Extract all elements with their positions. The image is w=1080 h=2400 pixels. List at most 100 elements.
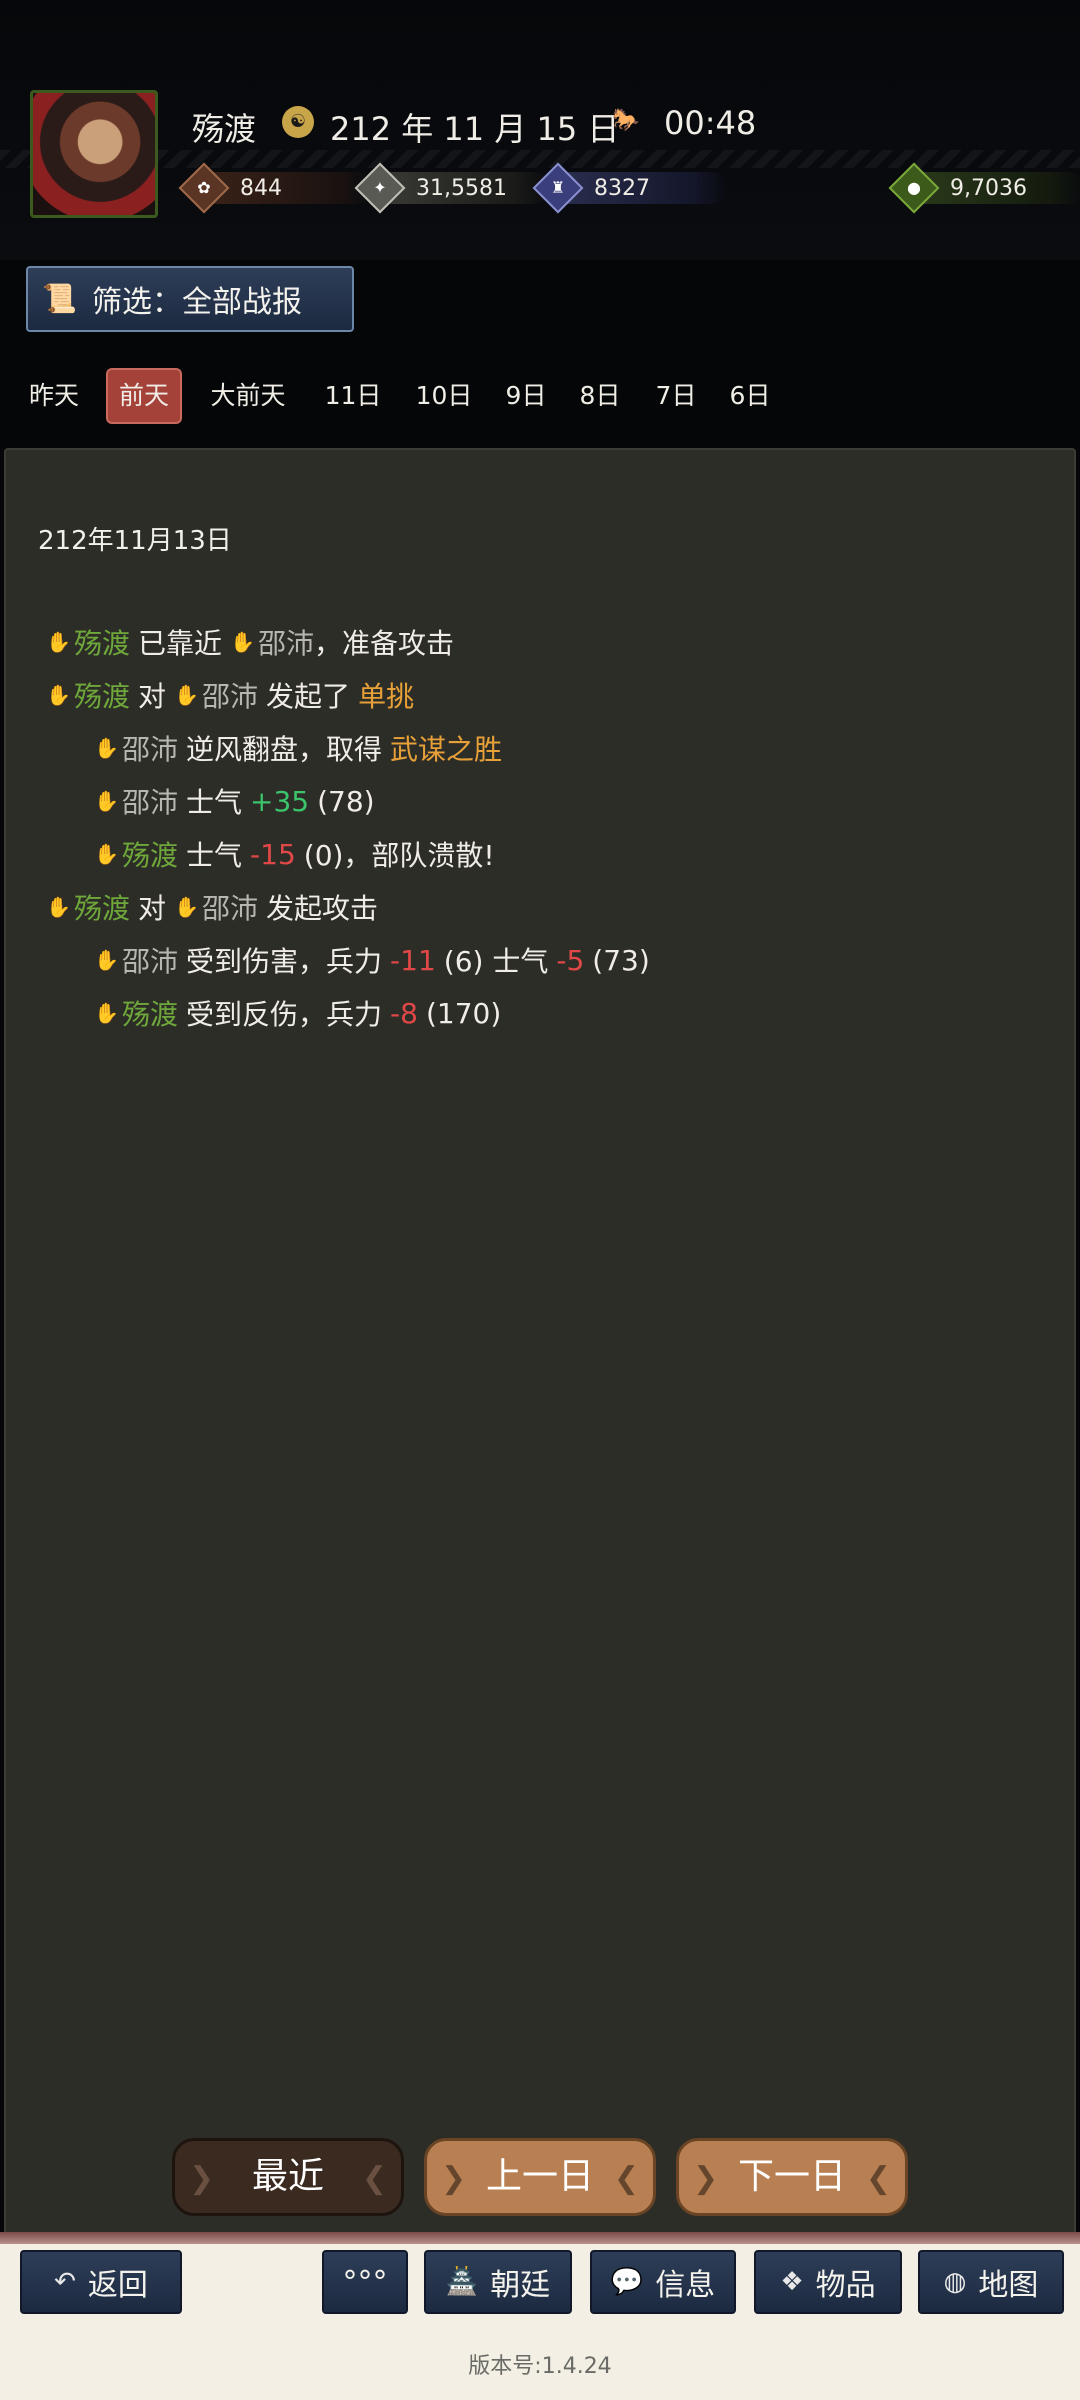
iron-icon: ✦ — [354, 162, 406, 214]
duel-highlight: 单挑 — [358, 680, 415, 713]
report-text: (78) — [317, 784, 375, 818]
game-time: 00:48 — [664, 104, 757, 142]
report-line: ✋ 殇渡 士气 -15 (0)，部队溃散! — [94, 834, 495, 874]
report-line: ✋ 殇渡 对 ✋ 邵沛 发起了 单挑 — [46, 675, 414, 715]
calendar-emblem-icon: ☯ — [282, 106, 314, 138]
morale-change: +35 — [250, 784, 310, 818]
messages-button[interactable]: 💬 信息 — [590, 2250, 736, 2314]
hand-icon: ✋ — [94, 842, 119, 866]
player-name-link[interactable]: 殇渡 — [74, 887, 130, 927]
hand-icon: ✋ — [46, 630, 71, 654]
victory-highlight: 武谋之胜 — [390, 733, 503, 766]
enemy-name-link[interactable]: 邵沛 — [122, 728, 178, 768]
troops-value: 8327 — [594, 175, 650, 201]
hand-icon: ✋ — [46, 895, 71, 919]
report-line: ✋ 邵沛 士气 +35 (78) — [94, 781, 375, 821]
game-date: 212 年 11 月 15 日 — [330, 110, 620, 148]
tab-day-10[interactable]: 10日 — [406, 368, 482, 424]
resource-iron[interactable]: ✦ 31,5581 — [354, 162, 550, 214]
morale-change: -5 — [556, 943, 585, 977]
court-label: 朝廷 — [490, 2268, 551, 2303]
chevron-right-icon: ❮ — [865, 2161, 891, 2196]
player-name: 殇渡 — [192, 110, 257, 148]
more-button[interactable]: °°° — [322, 2250, 408, 2314]
player-name-link[interactable]: 殇渡 — [74, 622, 130, 662]
resource-troops[interactable]: ♜ 8327 — [532, 162, 728, 214]
food-value: 844 — [240, 175, 282, 201]
player-name-link[interactable]: 殇渡 — [74, 675, 130, 715]
player-avatar[interactable] — [30, 90, 158, 218]
enemy-name-link[interactable]: 邵沛 — [122, 940, 178, 980]
troop-change: -11 — [390, 943, 436, 977]
enemy-name-link[interactable]: 邵沛 — [202, 675, 258, 715]
back-button[interactable]: ↶ 返回 — [20, 2250, 182, 2314]
tab-day-before-yesterday[interactable]: 前天 — [106, 368, 182, 424]
hand-icon: ✋ — [94, 736, 119, 760]
chevron-left-icon: ❯ — [189, 2161, 215, 2196]
report-text: 发起了 — [266, 680, 351, 713]
items-button[interactable]: ❖ 物品 — [754, 2250, 902, 2314]
chevron-left-icon: ❯ — [441, 2161, 467, 2196]
top-status-bar: 殇渡 ☯ 212 年 11 月 15 日 🐎 00:48 ✿ 844 ✦ 31,… — [0, 0, 1080, 260]
hand-icon: ✋ — [94, 1001, 119, 1025]
back-label: 返回 — [87, 2268, 148, 2303]
enemy-name-link[interactable]: 邵沛 — [202, 887, 258, 927]
report-text: 已靠近 — [138, 627, 223, 660]
player-name-link[interactable]: 殇渡 — [122, 993, 178, 1033]
next-day-button[interactable]: ❯ 下一日 ❮ — [676, 2138, 908, 2216]
chevron-left-icon: ❯ — [693, 2161, 719, 2196]
report-text: 对 — [138, 892, 167, 925]
scroll-icon: 📜 — [42, 282, 77, 315]
battle-report-panel[interactable]: 212年11月13日 ✋ 殇渡 已靠近 ✋ 邵沛 ，准备攻击 ✋ 殇渡 对 ✋ … — [4, 448, 1076, 2238]
report-text: 对 — [138, 680, 167, 713]
bottom-nav-bar: ↶ 返回 °°° 🏯 朝廷 💬 信息 ❖ 物品 ◍ 地图 版本号:1.4.24 — [0, 2232, 1080, 2400]
map-button[interactable]: ◍ 地图 — [918, 2250, 1064, 2314]
iron-value: 31,5581 — [416, 175, 507, 201]
recent-label: 最近 — [251, 2156, 324, 2197]
tab-three-days-ago[interactable]: 大前天 — [198, 368, 298, 424]
tab-day-9[interactable]: 9日 — [498, 368, 554, 424]
day-tabs: 昨天 前天 大前天 11日 10日 9日 8日 7日 6日 — [0, 368, 1080, 424]
recent-button[interactable]: ❯ 最近 ❮ — [172, 2138, 404, 2216]
decorative-border — [0, 2232, 1080, 2244]
court-button[interactable]: 🏯 朝廷 — [424, 2250, 572, 2314]
hand-icon: ✋ — [174, 683, 199, 707]
version-text: 版本号:1.4.24 — [468, 2354, 612, 2379]
morale-change: -15 — [250, 837, 296, 871]
report-text: 士气 — [186, 839, 243, 872]
report-line: ✋ 殇渡 已靠近 ✋ 邵沛 ，准备攻击 — [46, 622, 454, 662]
tab-day-6[interactable]: 6日 — [722, 368, 778, 424]
resource-coin[interactable]: ● 9,7036 — [888, 162, 1080, 214]
hand-icon: ✋ — [230, 630, 255, 654]
report-text: (73) — [592, 943, 650, 977]
tab-day-8[interactable]: 8日 — [572, 368, 628, 424]
horse-icon: 🐎 — [612, 108, 640, 133]
treasure-icon: ❖ — [780, 2267, 804, 2297]
resource-food[interactable]: ✿ 844 — [178, 162, 374, 214]
map-label: 地图 — [978, 2268, 1039, 2303]
hand-icon: ✋ — [174, 895, 199, 919]
report-text: (0)，部队溃散! — [303, 839, 495, 872]
enemy-name-link[interactable]: 邵沛 — [258, 622, 314, 662]
back-arrow-icon: ↶ — [54, 2267, 76, 2297]
player-name-link[interactable]: 殇渡 — [122, 834, 178, 874]
chevron-right-icon: ❮ — [361, 2161, 387, 2196]
report-date: 212年11月13日 — [38, 526, 232, 556]
filter-label: 筛选：全部战报 — [92, 285, 302, 320]
enemy-name-link[interactable]: 邵沛 — [122, 781, 178, 821]
tab-day-7[interactable]: 7日 — [648, 368, 704, 424]
filter-button[interactable]: 📜 筛选：全部战报 — [26, 266, 354, 332]
food-icon: ✿ — [178, 162, 230, 214]
report-text: (170) — [425, 996, 502, 1030]
tab-day-11[interactable]: 11日 — [316, 368, 390, 424]
report-line: ✋ 邵沛 受到伤害，兵力 -11 (6) 士气 -5 (73) — [94, 940, 650, 980]
report-line: ✋ 邵沛 逆风翻盘，取得 武谋之胜 — [94, 728, 502, 768]
report-line: ✋ 殇渡 对 ✋ 邵沛 发起攻击 — [46, 887, 378, 927]
palace-icon: 🏯 — [445, 2267, 479, 2297]
soldier-icon: ♜ — [532, 162, 584, 214]
report-text: 士气 — [186, 786, 243, 819]
previous-day-button[interactable]: ❯ 上一日 ❮ — [424, 2138, 656, 2216]
report-text: (6) 士气 — [443, 945, 549, 978]
tab-yesterday[interactable]: 昨天 — [18, 368, 90, 424]
globe-icon: ◍ — [943, 2267, 967, 2297]
